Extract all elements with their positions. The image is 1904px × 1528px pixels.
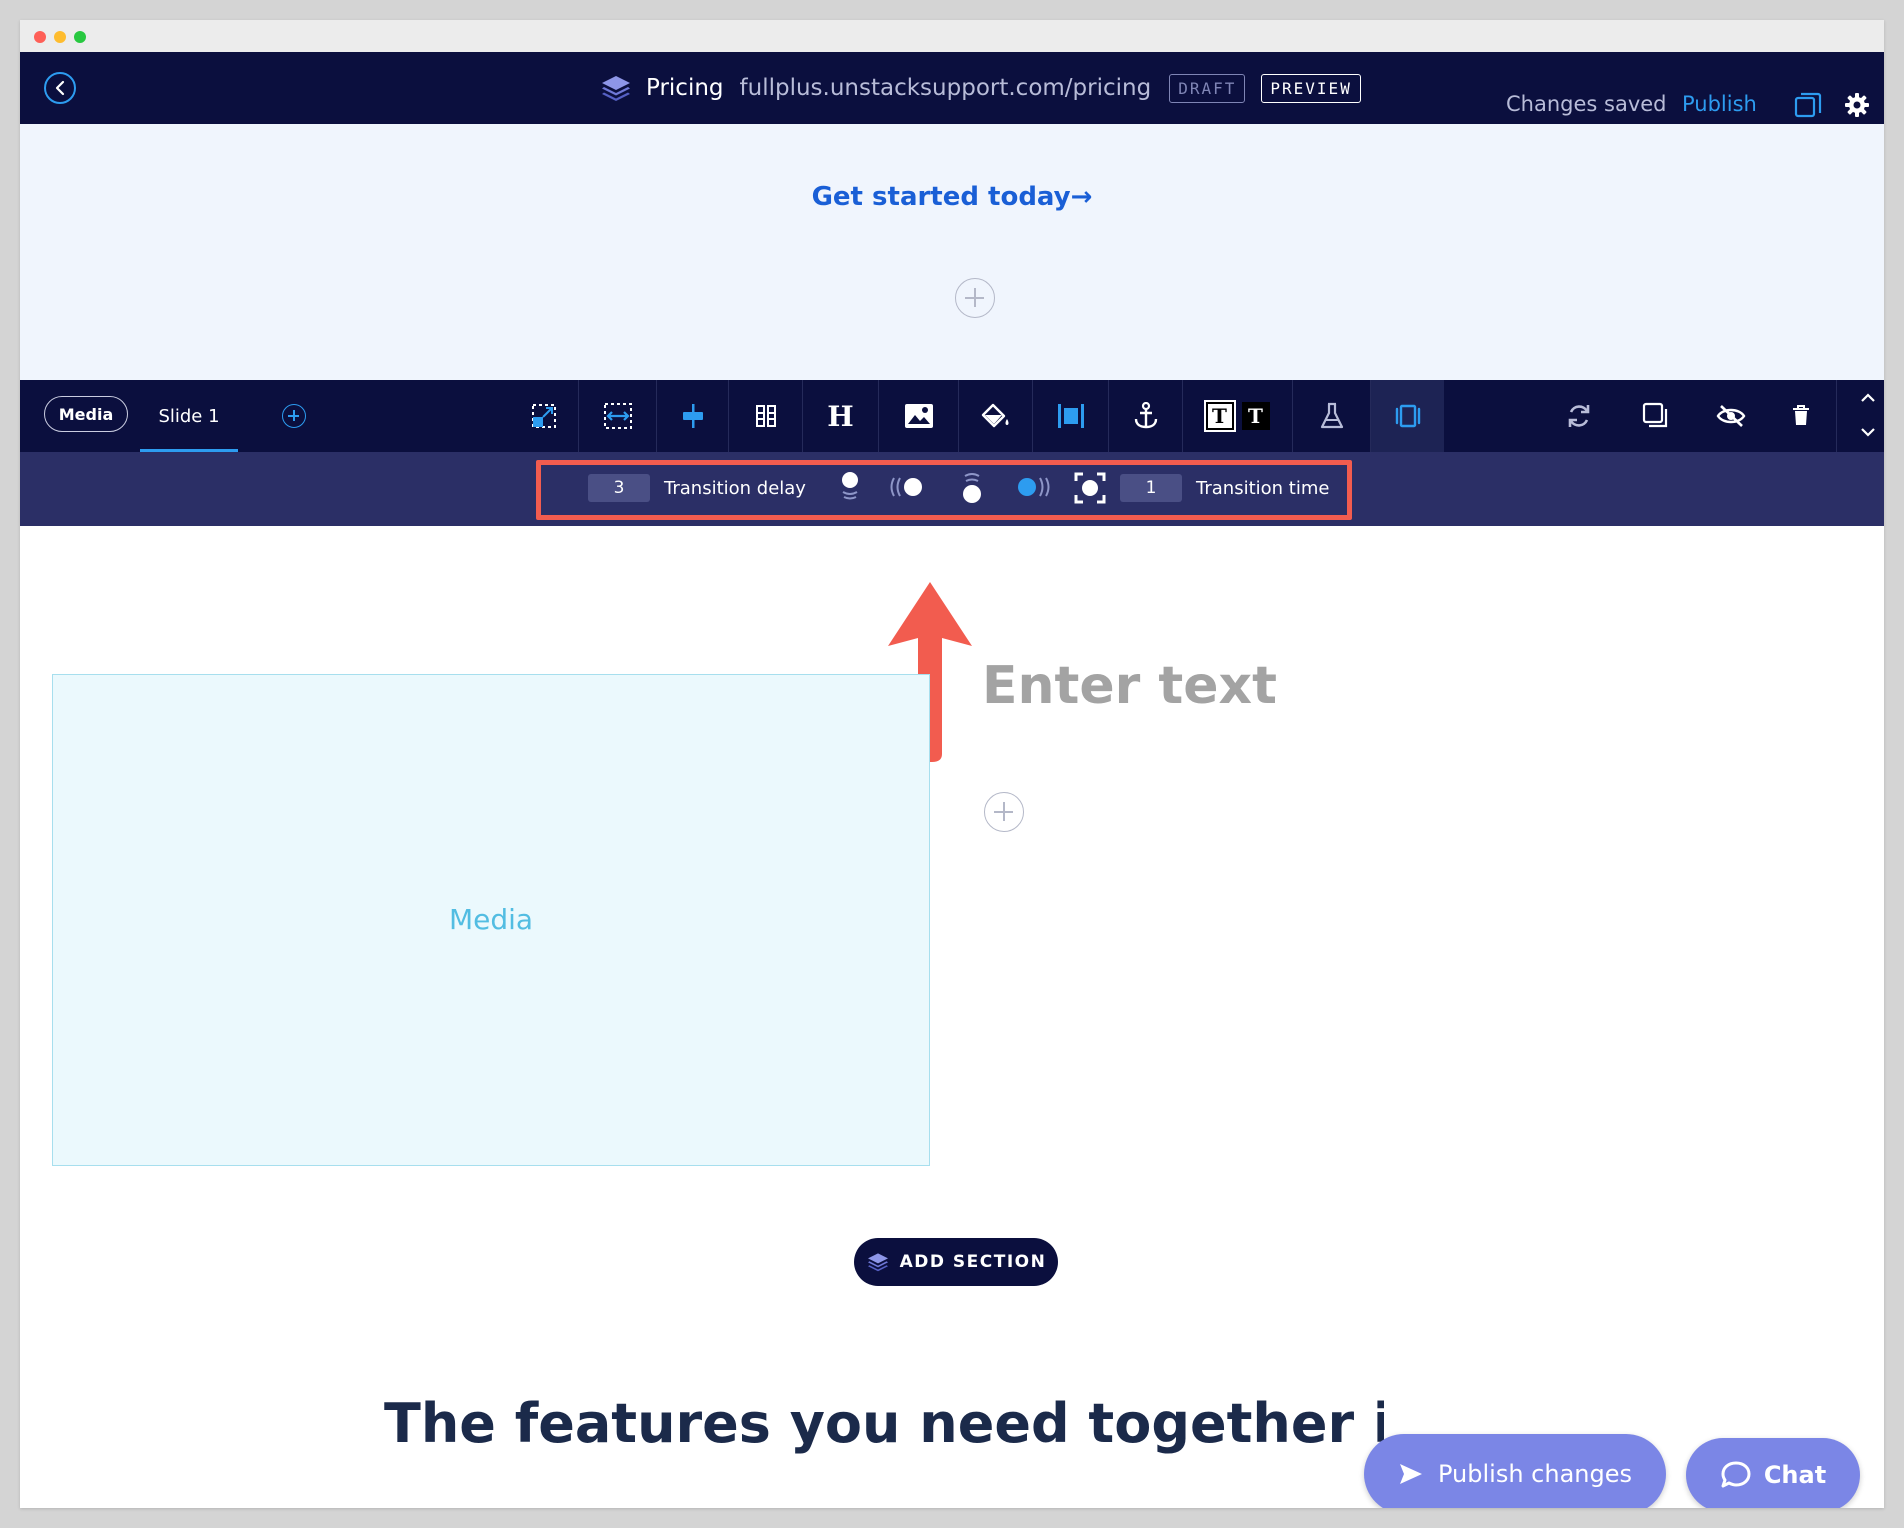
chevron-left-icon: [55, 80, 65, 96]
resize-icon: [532, 404, 556, 428]
page-content: Media Enter text ADD SECTION The feature…: [20, 526, 1884, 1508]
pages-icon[interactable]: [1794, 92, 1822, 120]
anchor-tool-button[interactable]: [1108, 380, 1182, 452]
publish-changes-button[interactable]: Publish changes: [1364, 1434, 1666, 1508]
tab-slide-1[interactable]: Slide 1: [140, 402, 238, 452]
align-center-tool-button[interactable]: [656, 380, 728, 452]
refresh-icon[interactable]: [1566, 402, 1592, 430]
slide-down-effect-icon[interactable]: [960, 470, 984, 506]
add-section-label: ADD SECTION: [899, 1252, 1047, 1272]
text-light-icon[interactable]: T: [1241, 402, 1270, 430]
trash-icon[interactable]: [1792, 404, 1810, 426]
zoom-effect-icon[interactable]: [1074, 472, 1106, 504]
full-width-tool-button[interactable]: [578, 380, 656, 452]
flask-icon: [1320, 402, 1343, 429]
headline-part-2: together in one: [1088, 1392, 1384, 1455]
chat-label: Chat: [1763, 1461, 1827, 1489]
chevron-up-icon[interactable]: [1860, 392, 1876, 404]
add-slide-button[interactable]: [282, 404, 306, 428]
slide-up-effect-icon[interactable]: [838, 470, 862, 504]
media-placeholder-label: Media: [448, 903, 534, 936]
back-button[interactable]: [44, 72, 76, 104]
eye-off-icon[interactable]: [1716, 404, 1746, 428]
carousel-icon: [1395, 404, 1420, 428]
draft-badge: DRAFT: [1169, 73, 1246, 103]
paint-bucket-icon: [981, 403, 1008, 428]
headline-highlight: features you need: [514, 1392, 1070, 1455]
publish-button[interactable]: Publish: [1682, 92, 1757, 116]
transition-time-input[interactable]: 1: [1120, 474, 1182, 502]
text-dark-icon[interactable]: T: [1203, 400, 1236, 432]
heading-icon: H: [827, 399, 854, 433]
section-toolbar: Media Slide 1 H T T: [20, 380, 1884, 452]
page-name: Pricing: [646, 75, 724, 101]
app-window: Pricing fullplus.unstacksupport.com/pric…: [20, 20, 1884, 1508]
gear-icon[interactable]: [1844, 92, 1870, 118]
text-placeholder[interactable]: Enter text: [982, 656, 1277, 716]
resize-tool-button[interactable]: [510, 380, 578, 452]
image-icon: [904, 404, 933, 428]
slide-left-effect-icon[interactable]: [886, 474, 926, 500]
duplicate-icon[interactable]: [1642, 402, 1668, 428]
features-headline: The features you need together in one: [384, 1392, 1384, 1455]
send-icon: [1399, 1464, 1422, 1484]
carousel-tool-button[interactable]: [1370, 380, 1444, 452]
section-padding-icon: [1057, 404, 1084, 428]
align-center-icon: [682, 404, 703, 428]
padding-tool-button[interactable]: [1032, 380, 1108, 452]
window-minimize-button[interactable]: [54, 31, 66, 43]
slide-right-effect-icon[interactable]: [1014, 474, 1054, 500]
add-element-button[interactable]: [955, 278, 995, 318]
layers-icon: [602, 76, 630, 101]
editor-top-bar: Pricing fullplus.unstacksupport.com/pric…: [20, 52, 1884, 124]
heading-tool-button[interactable]: H: [802, 380, 878, 452]
add-element-button[interactable]: [984, 792, 1024, 832]
transition-settings-bar: 3 Transition delay 1 Transition time: [20, 452, 1884, 526]
transition-delay-input[interactable]: 3: [588, 474, 650, 502]
columns-icon: [755, 405, 776, 427]
window-close-button[interactable]: [34, 31, 46, 43]
chevron-down-icon[interactable]: [1860, 426, 1876, 438]
media-placeholder[interactable]: Media: [52, 674, 930, 1166]
window-chrome: [20, 20, 1884, 52]
layers-icon: [867, 1253, 888, 1272]
anchor-icon: [1134, 402, 1157, 429]
page-title-group: Pricing fullplus.unstacksupport.com/pric…: [600, 70, 1377, 106]
cta-section: Get started today→: [20, 124, 1884, 380]
preview-button[interactable]: PREVIEW: [1261, 73, 1361, 103]
chat-button[interactable]: Chat: [1686, 1438, 1860, 1508]
media-pill-button[interactable]: Media: [44, 396, 128, 432]
text-color-tool-button[interactable]: T T: [1182, 380, 1292, 452]
headline-part-1: The: [384, 1392, 515, 1455]
publish-changes-label: Publish changes: [1437, 1460, 1632, 1488]
save-status: Changes saved: [1506, 92, 1667, 116]
transition-time-label: Transition time: [1196, 478, 1330, 499]
chat-bubble-icon: [1721, 1461, 1751, 1488]
page-url[interactable]: fullplus.unstacksupport.com/pricing: [740, 75, 1152, 101]
window-maximize-button[interactable]: [74, 31, 86, 43]
transition-delay-label: Transition delay: [664, 478, 806, 499]
full-width-icon: [603, 403, 632, 429]
columns-tool-button[interactable]: [728, 380, 802, 452]
background-fill-tool-button[interactable]: [958, 380, 1032, 452]
add-section-button[interactable]: ADD SECTION: [854, 1238, 1058, 1286]
get-started-link[interactable]: Get started today→: [20, 182, 1884, 212]
image-tool-button[interactable]: [878, 380, 958, 452]
toolbar-divider: [1836, 380, 1837, 452]
experiment-tool-button[interactable]: [1292, 380, 1370, 452]
